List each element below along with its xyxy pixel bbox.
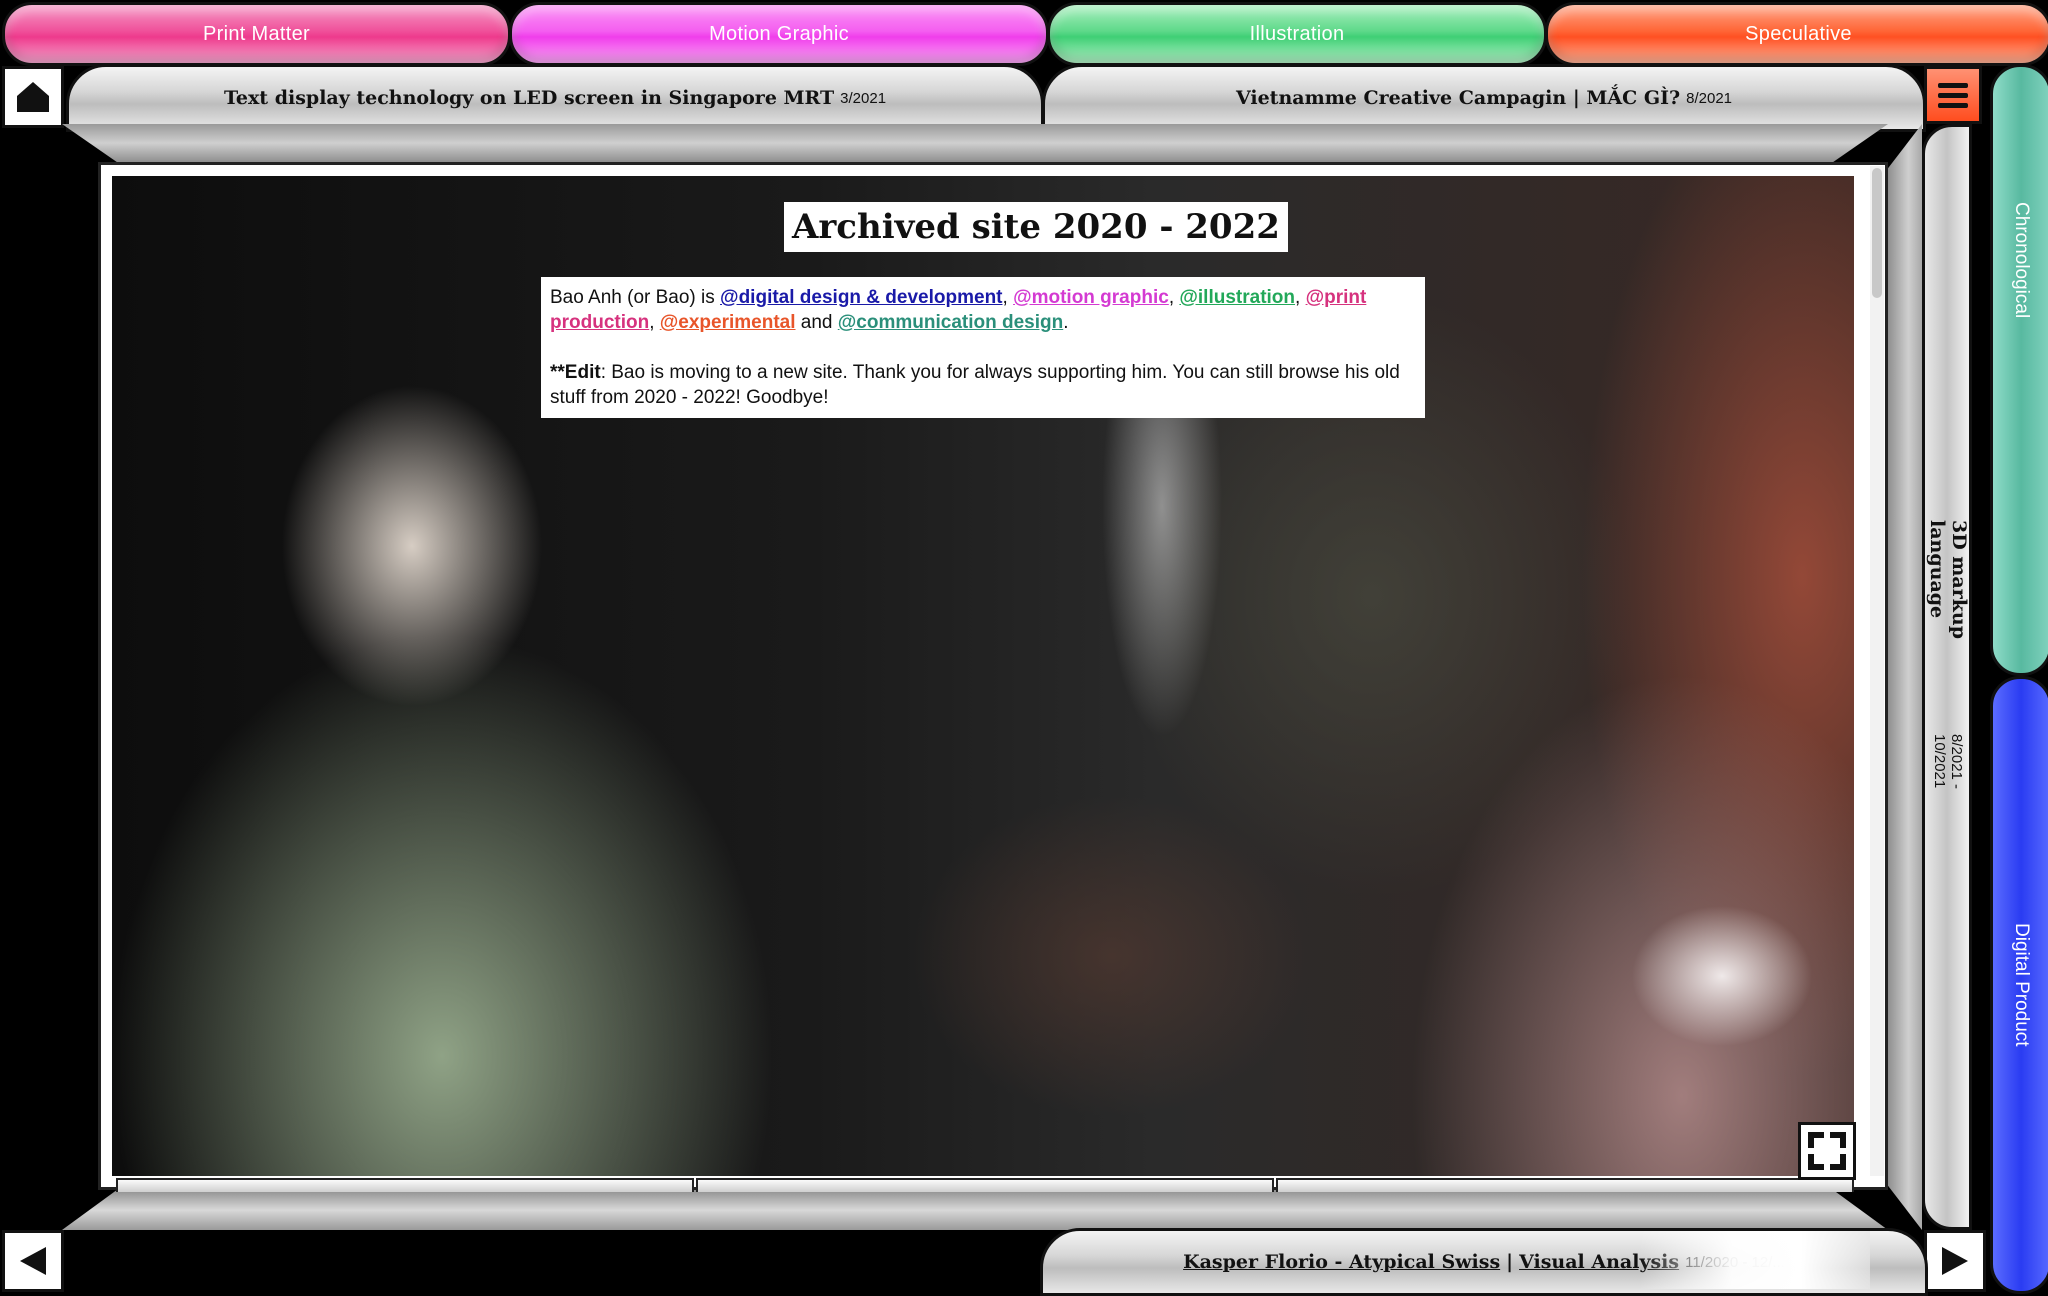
intro-prefix: Bao Anh (or Bao) is (550, 287, 721, 308)
bottom-separator: | (1506, 1251, 1514, 1273)
menu-button[interactable] (1924, 66, 1982, 124)
tab-illustration[interactable]: Illustration (1047, 2, 1547, 66)
project-title-vertical: 3D markup language 8/2021 - 10/2021 (1926, 520, 1970, 840)
link-experimental[interactable]: @experimental (660, 312, 796, 333)
fullscreen-button[interactable] (1798, 1122, 1856, 1180)
link-motion-graphic[interactable]: @motion graphic (1013, 287, 1169, 308)
scrollbar-thumb[interactable] (1872, 168, 1882, 298)
menu-icon-bar (1938, 92, 1968, 98)
next-project-tab[interactable]: Vietnamme Creative Campagin | MẮC GÌ? 8/… (1042, 64, 1926, 132)
arrow-left-icon (20, 1247, 46, 1275)
fullscreen-icon (1808, 1132, 1846, 1170)
viewport-bottom-bar (116, 1178, 694, 1192)
next-button[interactable] (1924, 1230, 1986, 1292)
edit-label: **Edit (550, 362, 601, 383)
tab-speculative[interactable]: Speculative (1545, 2, 2048, 66)
next-project-date: 8/2021 (1686, 89, 1733, 107)
arrow-right-icon (1942, 1247, 1968, 1275)
archive-title: Archived site 2020 - 2022 (784, 202, 1288, 252)
edit-text: : Bao is moving to a new site. Thank you… (550, 362, 1400, 408)
next-project-title: Vietnamme Creative Campagin | MẮC GÌ? (1235, 87, 1681, 109)
menu-icon-bar (1938, 102, 1968, 108)
home-icon (17, 82, 49, 112)
frame-bevel-top (62, 124, 1888, 162)
scrollbar-track[interactable] (1870, 166, 1884, 1176)
tab-digital-product-label: Digital Product (2011, 923, 2032, 1047)
tab-digital-product[interactable]: Digital Product (1990, 676, 2048, 1294)
tab-chronological[interactable]: Chronological (1990, 64, 2048, 676)
intro-paragraph: Bao Anh (or Bao) is @digital design & de… (550, 287, 1367, 333)
viewport-bottom-bar (1276, 1178, 1854, 1192)
tab-print-matter[interactable]: Print Matter (2, 2, 511, 66)
link-digital-design[interactable]: @digital design & development (720, 287, 1002, 308)
link-communication-design[interactable]: @communication design (838, 312, 1063, 333)
viewport-bottom-bar (696, 1178, 1274, 1192)
bottom-link-visual-analysis[interactable]: Visual Analysis (1519, 1251, 1679, 1273)
project-date: 8/2021 - 10/2021 (1931, 734, 1965, 790)
project-title: 3D markup language (1926, 520, 1970, 640)
intro-and: and (800, 312, 833, 333)
menu-icon (1938, 82, 1968, 88)
link-illustration[interactable]: @illustration (1179, 287, 1295, 308)
frame-bevel-right (1888, 124, 1922, 1230)
frame-bevel-bottom (62, 1190, 1888, 1230)
bottom-project-tab[interactable]: Kasper Florio - Atypical Swiss | Visual … (1040, 1228, 1928, 1296)
prev-button[interactable] (2, 1230, 64, 1292)
bottom-link-kasper[interactable]: Kasper Florio - Atypical Swiss (1183, 1251, 1500, 1273)
edit-paragraph: **Edit: Bao is moving to a new site. Tha… (550, 360, 1416, 410)
prev-project-tab[interactable]: Text display technology on LED screen in… (66, 64, 1044, 132)
prev-project-date: 3/2021 (840, 89, 887, 107)
home-button[interactable] (2, 66, 64, 128)
intro-panel: Bao Anh (or Bao) is @digital design & de… (541, 277, 1425, 418)
tab-chronological-label: Chronological (2011, 201, 2032, 319)
prev-project-title: Text display technology on LED screen in… (223, 87, 835, 109)
tab-motion-graphic[interactable]: Motion Graphic (509, 2, 1049, 66)
bottom-date: 11/2020 - 12/... (1685, 1253, 1785, 1271)
